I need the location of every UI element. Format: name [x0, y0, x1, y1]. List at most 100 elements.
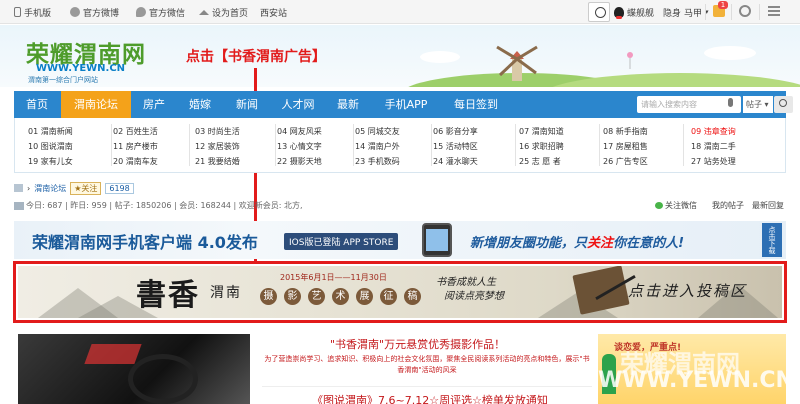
- forum-board-links: 01 渭南新闻 10 图说渭南 19 家有儿女 02 百姓生活 11 房产楼市 …: [14, 118, 786, 173]
- weibo-icon: [70, 7, 80, 17]
- main-nav: 首页 渭南论坛 房产 婚嫁 新闻 人才网 最新 手机APP 每日签到 请输入搜索…: [14, 91, 793, 118]
- board-link[interactable]: 24 灌水聊天: [433, 156, 478, 167]
- divider: [431, 124, 432, 166]
- board-link[interactable]: 11 房产楼市: [113, 141, 158, 152]
- banner-slogan: 新增朋友圈功能，只关注你在意的人!: [470, 236, 684, 251]
- user-avatar[interactable]: [588, 2, 610, 22]
- board-link[interactable]: 15 活动特区: [433, 141, 478, 152]
- board-link[interactable]: 03 时尚生活: [195, 126, 240, 137]
- board-link[interactable]: 14 渭南户外: [355, 141, 400, 152]
- board-link[interactable]: 18 渭南二手: [691, 141, 736, 152]
- board-link[interactable]: 19 家有儿女: [28, 156, 73, 167]
- board-link[interactable]: 10 图说渭南: [28, 141, 73, 152]
- nav-forum[interactable]: 渭南论坛: [61, 91, 131, 118]
- board-link-violation[interactable]: 09 违章查询: [691, 126, 736, 137]
- username-link[interactable]: 蝶舰舰: [614, 6, 654, 19]
- search-input[interactable]: 请输入搜索内容: [637, 96, 741, 113]
- windmill-landscape-illustration: [408, 45, 800, 87]
- wechat-icon: [136, 7, 146, 17]
- banner-title: 荣耀渭南网手机客户端 4.0发布: [32, 233, 258, 252]
- divider: [599, 124, 600, 166]
- board-link[interactable]: 12 家居装饰: [195, 141, 240, 152]
- nav-news[interactable]: 新闻: [224, 91, 270, 118]
- phone-illustration: [422, 223, 452, 257]
- menu-icon[interactable]: [768, 6, 780, 16]
- nav-realestate[interactable]: 房产: [132, 91, 176, 118]
- board-link[interactable]: 08 新手指南: [603, 126, 648, 137]
- board-link[interactable]: 20 渭南车友: [113, 156, 158, 167]
- board-link[interactable]: 02 百姓生活: [113, 126, 158, 137]
- instruction-annotation: 点击【书香渭南广告】: [186, 49, 326, 65]
- gear-icon[interactable]: [739, 5, 751, 17]
- board-link[interactable]: 21 我要结婚: [195, 156, 240, 167]
- top-bar: 手机版 官方微博 官方微信 设为首页 西安站 蝶舰舰 隐身 马甲 ▾ 1: [0, 0, 800, 24]
- news-headline[interactable]: "书香渭南"万元悬赏优秀摄影作品！: [330, 336, 505, 352]
- chevron-down-icon: ▾: [764, 100, 769, 109]
- logo-url: WWW.YEWN.CN: [36, 63, 126, 74]
- divider: [262, 386, 592, 387]
- divider: [515, 124, 516, 166]
- divider: [353, 124, 354, 166]
- divider: [683, 124, 684, 166]
- board-link[interactable]: 16 求职招聘: [519, 141, 564, 152]
- target-highlight-box: [13, 261, 787, 323]
- breadcrumb-separator: ›: [27, 183, 31, 193]
- board-link[interactable]: 01 渭南新闻: [28, 126, 73, 137]
- nav-latest[interactable]: 最新: [326, 91, 370, 118]
- wechat-link[interactable]: 官方微信: [136, 6, 185, 19]
- divider: [705, 4, 706, 20]
- board-link[interactable]: 27 站务处理: [691, 156, 736, 167]
- phone-icon: [14, 7, 21, 17]
- watermark-logo: 荣耀渭南网: [620, 350, 740, 378]
- board-link[interactable]: 22 摄影天地: [277, 156, 322, 167]
- nav-checkin[interactable]: 每日签到: [442, 91, 510, 118]
- breadcrumb-forum[interactable]: 渭南论坛: [34, 183, 66, 194]
- board-link[interactable]: 05 同城交友: [355, 126, 400, 137]
- site-header: 荣耀渭南网 WWW.YEWN.CN 渭南第一综合门户网站 点击【书香渭南广告】: [0, 25, 800, 87]
- weibo-link[interactable]: 官方微博: [70, 6, 119, 19]
- mail-count-badge: 1: [718, 1, 728, 9]
- news-headline[interactable]: 《图说渭南》7.6~7.12☆周评选☆榜单发放通知: [312, 392, 548, 404]
- xian-site-link[interactable]: 西安站: [260, 6, 287, 19]
- search-button[interactable]: [774, 96, 793, 113]
- logo-slogan: 渭南第一综合门户网站: [28, 76, 98, 84]
- divider: [275, 124, 276, 166]
- divider: [731, 4, 732, 20]
- board-link[interactable]: 13 心情文字: [277, 141, 322, 152]
- board-link[interactable]: 06 影音分享: [433, 126, 478, 137]
- divider: [111, 124, 112, 166]
- app-store-badge: IOS版已登陆 APP STORE: [284, 233, 399, 250]
- set-home-link[interactable]: 设为首页: [199, 6, 248, 19]
- nav-app[interactable]: 手机APP: [371, 91, 441, 118]
- app-client-banner[interactable]: 荣耀渭南网手机客户端 4.0发布 IOS版已登陆 APP STORE 新增朋友圈…: [14, 221, 786, 259]
- stealth-toggle[interactable]: 隐身: [663, 6, 681, 19]
- follow-button[interactable]: ★关注: [70, 181, 102, 195]
- home-icon[interactable]: [14, 184, 23, 192]
- follow-wechat-link[interactable]: 关注微信: [655, 200, 697, 211]
- board-link[interactable]: 07 渭南知道: [519, 126, 564, 137]
- follower-count: 6198: [105, 182, 134, 194]
- search-type-select[interactable]: 帖子 ▾: [743, 96, 773, 113]
- board-link[interactable]: 17 房屋租售: [603, 141, 648, 152]
- news-summary: 为了营造崇尚学习、追求知识、积极向上的社会文化氛围，聚焦全民阅读系列活动的亮点和…: [264, 355, 590, 374]
- wechat-icon: [655, 202, 663, 209]
- nav-jobs[interactable]: 人才网: [271, 91, 325, 118]
- board-link[interactable]: 23 手机数码: [355, 156, 400, 167]
- divider: [189, 124, 190, 166]
- my-posts-link[interactable]: 我的帖子: [712, 200, 744, 211]
- featured-photo[interactable]: [18, 334, 250, 404]
- home-icon: [199, 9, 209, 15]
- divider: [759, 4, 760, 20]
- board-link[interactable]: 04 网友风采: [277, 126, 322, 137]
- board-link[interactable]: 26 广告专区: [603, 156, 648, 167]
- latest-reply-link[interactable]: 最新回复: [752, 200, 784, 211]
- qq-icon: [614, 6, 624, 19]
- nav-home[interactable]: 首页: [14, 91, 60, 118]
- forum-stats: 今日: 687 | 昨日: 959 | 帖子: 1850206 | 会员: 16…: [14, 200, 303, 211]
- microphone-icon[interactable]: [728, 98, 733, 107]
- download-button[interactable]: 点击下载: [762, 223, 782, 257]
- nav-wedding[interactable]: 婚嫁: [177, 91, 223, 118]
- board-link[interactable]: 25 志 愿 者: [519, 156, 561, 167]
- stats-icon: [14, 201, 24, 210]
- mobile-link[interactable]: 手机版: [14, 6, 51, 19]
